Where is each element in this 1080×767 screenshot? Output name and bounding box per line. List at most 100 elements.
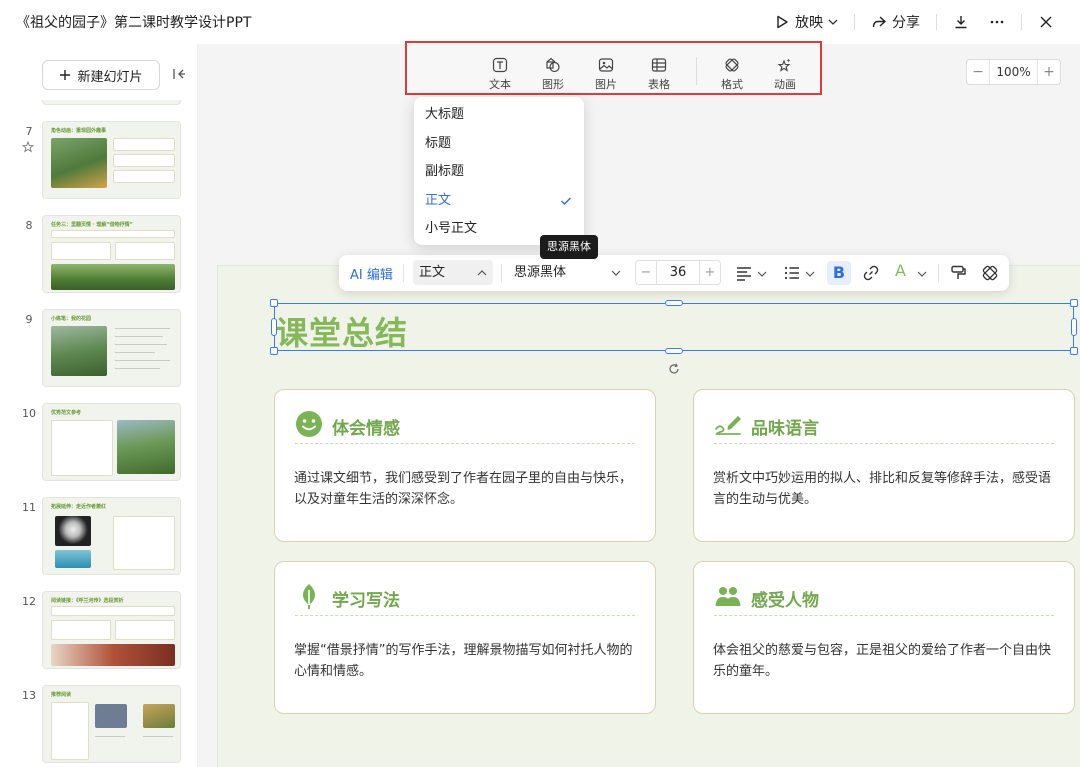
slide-item-10[interactable]: 10 优秀范文参考 [12,403,198,483]
slide-item-13[interactable]: 13 推荐阅读 [12,685,198,765]
slide-item-12[interactable]: 12 阅读链接：《呼兰河传》选段赏析 [12,591,198,671]
card-divider [295,615,635,616]
share-label: 分享 [892,15,920,31]
slide-thumbnail: 拓展延伸：走近作者萧红 [42,497,181,575]
format-painter-icon[interactable] [949,264,967,282]
resize-handle[interactable] [1071,318,1077,336]
text-format-toolbar: AI 编辑 正文 思源黑体 − 36 + B A [339,255,1009,291]
insert-table-label: 表格 [648,78,670,91]
slide-thumbnail: 优秀范文参考 [42,403,181,481]
card-text: 通过课文细节，我们感受到了作者在园子里的自由与快乐，以及对童年生活的深深怀念。 [294,471,633,507]
zoom-level[interactable]: 100% [989,60,1038,84]
insert-image-button[interactable]: 图片 [588,57,624,92]
text-style-value: 正文 [419,265,446,280]
more-button[interactable] [979,10,1015,34]
thumbnail-title: 优秀范文参考 [51,410,82,416]
thumbnail-title: 推荐阅读 [51,692,72,698]
share-button[interactable]: 分享 [861,10,930,34]
style-option-subheading[interactable]: 副标题 [414,158,584,187]
style-option-heading[interactable]: 标题 [414,130,584,159]
insert-toolbar: 文本 图形 图片 表格 格式 动画 [405,41,822,95]
thumbnail-card [51,242,111,260]
insert-text-label: 文本 [489,78,511,91]
thumbnail-image [55,550,91,568]
slide-thumbnail: 角色动画：重现园外趣事 [42,121,181,199]
animation-button[interactable]: 动画 [767,57,803,92]
document-title: 《祖父的园子》第二课时教学设计PPT [16,15,252,31]
font-family-select[interactable]: 思源黑体 [508,260,626,285]
chevron-down-icon [828,19,838,25]
insert-shape-button[interactable]: 图形 [535,57,571,92]
play-label: 放映 [795,15,823,31]
font-size-increase-button[interactable]: + [700,265,720,280]
play-button[interactable]: 放映 [764,10,848,34]
thumbnail-line [115,368,160,369]
ai-edit-button[interactable]: AI 编辑 [350,264,393,283]
thumbnail-card [115,242,175,260]
list-icon[interactable] [783,264,801,282]
animation-icon [777,58,791,72]
summary-card-character[interactable]: 感受人物 体会祖父的慈爱与包容，正是祖父的爱给了作者一个自由快乐的童年。 [693,561,1075,714]
chevron-down-icon [805,271,815,277]
link-icon[interactable] [862,264,880,282]
card-text: 赏析文中巧妙运用的拟人、排比和反复等修辞手法，感受语言的生动与优美。 [713,471,1052,507]
divider [403,264,404,282]
divider [1021,14,1022,30]
thumbnail-image [95,704,127,728]
resize-handle[interactable] [665,300,683,306]
style-option-body[interactable]: 正文 [414,187,584,216]
new-slide-button[interactable]: 新建幻灯片 [42,60,160,90]
download-button[interactable] [943,10,979,34]
zoom-in-button[interactable]: + [1038,64,1060,80]
slide-thumbnail-partial[interactable] [42,100,181,105]
check-icon [560,196,572,205]
summary-card-language[interactable]: 品味语言 赏析文中巧妙运用的拟人、排比和反复等修辞手法，感受语言的生动与优美。 [693,389,1075,542]
thumbnail-image [51,644,175,666]
font-size-decrease-button[interactable]: − [636,265,656,280]
summary-card-emotion[interactable]: 体会情感 通过课文细节，我们感受到了作者在园子里的自由与快乐，以及对童年生活的深… [274,389,656,542]
text-style-select[interactable]: 正文 [413,260,493,285]
card-title: 体会情感 [332,419,400,439]
thumbnail-card [51,420,113,476]
style-option-heading-large[interactable]: 大标题 [414,101,584,130]
slide-number: 8 [25,219,33,232]
font-tooltip: 思源黑体 [540,235,598,259]
thumbnail-card [113,154,175,167]
bold-button[interactable]: B [827,261,851,285]
insert-text-button[interactable]: 文本 [482,57,518,92]
format-icon [725,58,739,72]
slide-item-8[interactable]: 8 任务三：里翻页情 · 理解“借物抒情” [12,215,198,295]
resize-handle[interactable] [665,348,683,354]
slide-item-11[interactable]: 11 拓展延伸：走近作者萧红 [12,497,198,577]
rotate-handle-icon[interactable] [667,362,681,376]
slide-title[interactable]: 课堂总结 [276,308,408,354]
resize-handle[interactable] [270,299,278,307]
format-button[interactable]: 格式 [714,57,750,92]
resize-handle[interactable] [271,318,277,336]
summary-card-writing[interactable]: 学习写法 掌握“借景抒情”的写作手法，理解景物描写如何衬托人物的心情和情感。 [274,561,656,714]
zoom-out-button[interactable]: − [967,64,989,80]
resize-handle[interactable] [1070,299,1078,307]
collapse-sidebar-icon[interactable] [172,67,186,81]
format-icon[interactable] [981,264,999,282]
slide-item-7[interactable]: 7 角色动画：重现园外趣事 [12,121,198,201]
font-color-button[interactable]: A [895,261,906,280]
align-icon[interactable] [735,264,753,282]
thumbnail-card [51,606,175,616]
thumbnail-card [51,702,89,760]
slide-item-9[interactable]: 9 小练笔：我的花园 [12,309,198,389]
resize-handle[interactable] [270,347,278,355]
card-title: 品味语言 [751,419,819,439]
close-button[interactable] [1028,10,1064,34]
thumbnail-title: 拓展延伸：走近作者萧红 [51,504,107,510]
insert-table-button[interactable]: 表格 [641,57,677,92]
font-size-stepper[interactable]: − 36 + [635,260,721,285]
font-size-value[interactable]: 36 [656,261,700,284]
chevron-down-icon [611,270,621,276]
divider [854,14,855,30]
thumbnail-card [113,516,175,570]
thumbnail-line [115,336,163,337]
resize-handle[interactable] [1070,347,1078,355]
pen-signature-icon [715,416,741,435]
card-title: 感受人物 [751,591,819,611]
